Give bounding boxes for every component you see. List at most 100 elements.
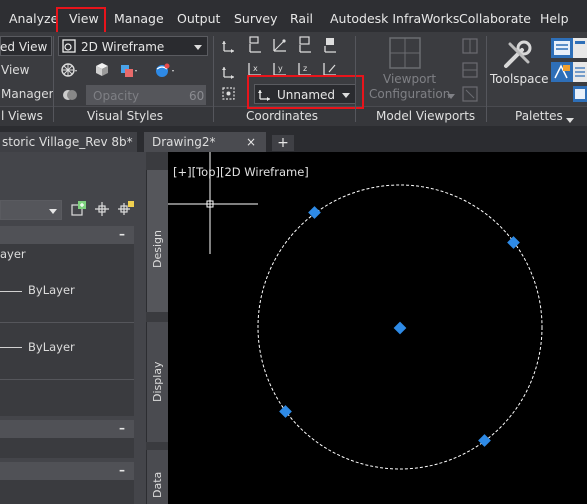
sheet-set-icon[interactable] [573,86,587,105]
wireframe-style-icon [62,39,76,59]
ucs-dropdown-highlight [247,75,364,109]
palette-section-general[interactable]: – [0,226,134,244]
visual-styles-panel-title: Visual Styles [87,109,164,123]
view-manager-label[interactable]: Manager [1,87,54,101]
palette-section-geometry[interactable]: – [0,462,134,480]
chevron-down-icon [49,209,57,214]
lighting-icon[interactable] [120,62,144,83]
sun-sky-icon[interactable] [154,62,178,83]
panel-separator [486,36,487,122]
viewport-clip-icon[interactable] [462,86,478,105]
views-panel-title: l Views [1,109,43,123]
menu-bar: Analyze View Manage Output Survey Rail A… [0,0,587,34]
toggle-pickadd-icon[interactable] [117,200,135,222]
layer-value: ayer [0,247,26,261]
collapse-icon[interactable]: – [119,421,125,435]
palette-section-3d[interactable]: – [0,420,134,438]
coordinates-panel-title: Coordinates [246,109,319,123]
property-row-blank[interactable] [0,380,134,416]
menu-infraworks[interactable]: Autodesk InfraWorks [330,0,459,32]
ucs-icon[interactable] [221,38,237,57]
named-view-dropdown-text: ed View [0,40,48,54]
opacity-slider[interactable]: Opacity 60 [86,85,206,105]
viewport-config-label: Viewport [383,72,437,86]
opacity-value: 60 [189,89,205,103]
svg-text:z: z [303,64,307,73]
property-row-layer[interactable]: ayer [0,244,134,267]
view-label[interactable]: View [1,63,29,77]
materials-icon[interactable] [60,62,78,81]
chevron-down-icon [194,45,202,50]
side-tab-data[interactable]: Data [146,450,168,504]
property-row-linetype[interactable]: ByLayer [0,266,134,323]
menu-help[interactable]: Help [540,0,569,32]
menu-survey[interactable]: Survey [234,0,277,32]
properties-palette-icon[interactable] [551,38,573,61]
tab-historic-village[interactable]: storic Village_Rev 8b* [0,132,137,152]
menu-manage[interactable]: Manage [114,0,164,32]
select-objects-icon[interactable] [93,200,111,222]
side-tab-data-label: Data [151,471,164,498]
ucs-face-icon[interactable] [296,36,314,57]
viewport-restore-icon[interactable] [462,62,478,81]
linetype-swatch [0,291,22,292]
toolspace-label[interactable]: Toolspace [490,72,549,86]
linetype-value: ByLayer [28,283,75,297]
close-icon[interactable]: × [246,132,256,152]
visual-style-dropdown[interactable]: 2D Wireframe [58,36,208,56]
svg-text:x: x [253,64,258,73]
collapse-icon[interactable]: – [119,227,125,241]
panel-separator [213,36,214,122]
design-center-icon[interactable] [573,38,587,61]
ucs-origin-icon[interactable] [246,36,264,57]
menu-collaborate[interactable]: Collaborate [459,0,531,32]
grip-top-right[interactable] [507,236,520,249]
viewport-config-label-2: Configuration [369,87,451,101]
chevron-down-icon [447,89,455,103]
grip-bottom-left[interactable] [279,405,292,418]
drawing-svg [168,152,543,470]
crosshair-cursor [168,152,258,254]
view-tab-highlight [56,7,106,34]
menu-analyze[interactable]: Analyze [9,0,58,32]
tab-drawing2[interactable]: Drawing2* × [144,132,266,152]
viewport-configuration-icon[interactable] [388,36,422,73]
properties-palette: – ayer ByLayer ByLayer – – [0,152,146,504]
svg-text:y: y [278,64,283,73]
property-row-blank-3[interactable] [0,480,134,504]
toolspace-icon[interactable] [500,38,534,75]
property-row-lineweight[interactable]: ByLayer [0,323,134,380]
ucs-settings-icon[interactable] [221,86,239,107]
lineweight-swatch [0,347,22,348]
menu-output[interactable]: Output [177,0,220,32]
tab-drawing2-label: Drawing2* [152,135,216,149]
chevron-down-icon[interactable] [566,113,574,127]
property-row-blank-2[interactable] [0,438,134,458]
opacity-toggle-icon[interactable] [62,88,78,105]
side-tab-design[interactable]: Design [146,170,168,312]
viewport-join-icon[interactable] [462,38,478,57]
ucs-3point-icon[interactable] [271,36,289,57]
palettes-panel-title: Palettes [515,109,563,123]
autocad-window: Analyze View Manage Output Survey Rail A… [0,0,587,504]
new-tab-button[interactable]: + [272,135,294,151]
tool-palettes-icon[interactable] [551,62,573,85]
menu-rail[interactable]: Rail [290,0,313,32]
ucs-object-icon[interactable] [321,36,339,57]
side-tab-display[interactable]: Display [146,322,168,442]
drawing-canvas[interactable]: [+][Top][2D Wireframe] [168,152,587,504]
plus-icon: + [277,135,289,151]
shadows-icon[interactable] [94,62,110,81]
side-tab-design-label: Design [151,230,164,268]
layer-palette-icon[interactable] [573,62,587,85]
object-type-dropdown[interactable] [0,200,62,220]
grip-bottom-right[interactable] [478,434,491,447]
grip-center[interactable] [393,321,407,335]
tab-historic-village-label: storic Village_Rev 8b* [2,135,133,149]
collapse-icon[interactable]: – [119,463,125,477]
panel-separator [53,36,54,122]
ucs-world-icon[interactable] [221,64,237,83]
named-view-dropdown[interactable]: ed View [0,36,52,56]
quick-select-icon[interactable] [70,200,88,222]
document-tab-strip: storic Village_Rev 8b* Drawing2* × + [0,126,587,152]
